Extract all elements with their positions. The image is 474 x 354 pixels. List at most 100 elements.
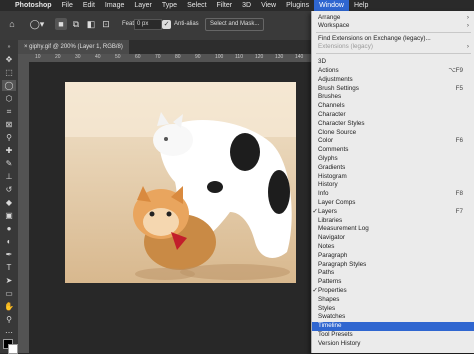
subtract-selection-icon[interactable]: ◧ (85, 18, 97, 30)
vertical-ruler (18, 54, 29, 353)
clone-stamp-icon[interactable]: ⊥ (2, 171, 16, 182)
menu-item-paths[interactable]: Paths (312, 269, 474, 277)
ruler-mark: 40 (95, 54, 101, 60)
lasso-tool-icon[interactable]: ◯ (2, 80, 16, 91)
menu-item-actions[interactable]: Actions ⌥F9 (312, 67, 474, 75)
menu-window[interactable]: Window (314, 0, 349, 11)
ruler-mark: 50 (115, 54, 121, 60)
new-selection-icon[interactable]: ■ (55, 18, 67, 30)
menu-item-channels[interactable]: Channels (312, 102, 474, 110)
path-selection-icon[interactable]: ➤ (2, 275, 16, 286)
menu-view[interactable]: View (256, 0, 281, 11)
menu-item-3d[interactable]: 3D (312, 58, 474, 66)
menu-image[interactable]: Image (100, 0, 129, 11)
document-tab[interactable]: × giphy.gif @ 200% (Layer 1, RGB/8) (18, 40, 129, 54)
ruler-mark: 20 (55, 54, 61, 60)
feather-input[interactable]: 0 px (134, 19, 162, 30)
menu-photoshop[interactable]: Photoshop (10, 0, 57, 11)
ruler-mark: 80 (175, 54, 181, 60)
home-icon[interactable]: ⌂ (6, 18, 18, 30)
menu-item-color[interactable]: Color F6 (312, 137, 474, 145)
menu-item-comments[interactable]: Comments (312, 146, 474, 154)
menu-item-brushes[interactable]: Brushes (312, 93, 474, 101)
menu-item-swatches[interactable]: Swatches (312, 313, 474, 321)
submenu-arrow-icon: › (466, 43, 469, 51)
menu-item-version-history[interactable]: Version History (312, 340, 474, 348)
zoom-tool-icon[interactable]: ⚲ (2, 314, 16, 325)
menu-item-glyphs[interactable]: Glyphs (312, 155, 474, 163)
quick-selection-icon[interactable]: ⬡ (2, 93, 16, 104)
menu-item-history[interactable]: History (312, 181, 474, 189)
move-tool-icon[interactable]: ✥ (2, 54, 16, 65)
menu-item-layers[interactable]: ✓ Layers F7 (312, 208, 474, 216)
rectangle-tool-icon[interactable]: ▭ (2, 288, 16, 299)
blur-tool-icon[interactable]: ● (2, 223, 16, 234)
menu-item-histogram[interactable]: Histogram (312, 173, 474, 181)
dodge-tool-icon[interactable]: ◐ (2, 236, 16, 247)
menu-help[interactable]: Help (349, 0, 373, 11)
gradient-tool-icon[interactable]: ▣ (2, 210, 16, 221)
menu-item-libraries[interactable]: Libraries (312, 217, 474, 225)
marquee-tool-icon[interactable]: ⬚ (2, 67, 16, 78)
healing-brush-icon[interactable]: ✚ (2, 145, 16, 156)
menu-edit[interactable]: Edit (78, 0, 100, 11)
menu-item-workspace[interactable]: Workspace › (312, 22, 474, 30)
ruler-mark: 140 (295, 54, 304, 60)
menu-bar: Photoshop File Edit Image Layer Type Sel… (0, 0, 474, 11)
menu-item-arrange[interactable]: Arrange › (312, 14, 474, 22)
select-and-mask-button[interactable]: Select and Mask... (205, 18, 265, 31)
menu-item-find-extensions[interactable]: Find Extensions on Exchange (legacy)... (312, 35, 474, 43)
menu-item-navigator[interactable]: Navigator (312, 234, 474, 242)
eyedropper-icon[interactable]: ⚲ (2, 132, 16, 143)
menu-item-tool-presets[interactable]: Tool Presets (312, 331, 474, 339)
ruler-mark: 60 (135, 54, 141, 60)
menu-item-notes[interactable]: Notes (312, 243, 474, 251)
document-image[interactable] (65, 82, 296, 283)
menu-item-styles[interactable]: Styles (312, 305, 474, 313)
hand-tool-icon[interactable]: ✋ (2, 301, 16, 312)
menu-item-measurement-log[interactable]: Measurement Log (312, 225, 474, 233)
collapse-icon[interactable]: » (2, 42, 16, 53)
ruler-mark: 120 (255, 54, 264, 60)
menu-item-gradients[interactable]: Gradients (312, 164, 474, 172)
menu-item-brush-settings[interactable]: Brush Settings F5 (312, 85, 474, 93)
history-brush-icon[interactable]: ↺ (2, 184, 16, 195)
ruler-mark: 70 (155, 54, 161, 60)
menu-item-info[interactable]: Info F8 (312, 190, 474, 198)
more-tools-icon[interactable]: ⋯ (2, 327, 16, 338)
pen-tool-icon[interactable]: ✒ (2, 249, 16, 260)
menu-filter[interactable]: Filter (212, 0, 238, 11)
menu-separator (316, 32, 471, 33)
menu-select[interactable]: Select (182, 0, 211, 11)
menu-item-character[interactable]: Character (312, 111, 474, 119)
menu-item-paragraph-styles[interactable]: Paragraph Styles (312, 261, 474, 269)
menu-item-patterns[interactable]: Patterns (312, 278, 474, 286)
eraser-tool-icon[interactable]: ◆ (2, 197, 16, 208)
menu-item-clone-source[interactable]: Clone Source (312, 129, 474, 137)
menu-item-adjustments[interactable]: Adjustments (312, 76, 474, 84)
menu-item-character-styles[interactable]: Character Styles (312, 120, 474, 128)
menu-type[interactable]: Type (157, 0, 182, 11)
add-selection-icon[interactable]: ⧉ (70, 18, 82, 30)
brush-tool-icon[interactable]: ✎ (2, 158, 16, 169)
crop-tool-icon[interactable]: ⌗ (2, 106, 16, 117)
menu-item-paragraph[interactable]: Paragraph (312, 252, 474, 260)
menu-item-shapes[interactable]: Shapes (312, 296, 474, 304)
menu-plugins[interactable]: Plugins (281, 0, 314, 11)
ruler-mark: 10 (35, 54, 41, 60)
menu-layer[interactable]: Layer (129, 0, 157, 11)
menu-item-timeline[interactable]: Timeline (312, 322, 474, 331)
menu-item-properties[interactable]: ✓ Properties (312, 287, 474, 295)
lasso-tool-preset-icon[interactable]: ◯▾ (28, 18, 46, 30)
menu-3d[interactable]: 3D (237, 0, 256, 11)
type-tool-icon[interactable]: T (2, 262, 16, 273)
menu-item-layer-comps[interactable]: Layer Comps (312, 199, 474, 207)
document-tab-title: giphy.gif @ 200% (Layer 1, RGB/8) (29, 44, 123, 50)
menu-item-extensions-legacy: Extensions (legacy) › (318, 43, 469, 51)
frame-tool-icon[interactable]: ⊠ (2, 119, 16, 130)
menu-file[interactable]: File (57, 0, 78, 11)
intersect-selection-icon[interactable]: ⊡ (100, 18, 112, 30)
ruler-mark: 90 (195, 54, 201, 60)
antialias-checkbox[interactable]: ✓ (162, 20, 171, 29)
menu-separator (316, 53, 471, 54)
